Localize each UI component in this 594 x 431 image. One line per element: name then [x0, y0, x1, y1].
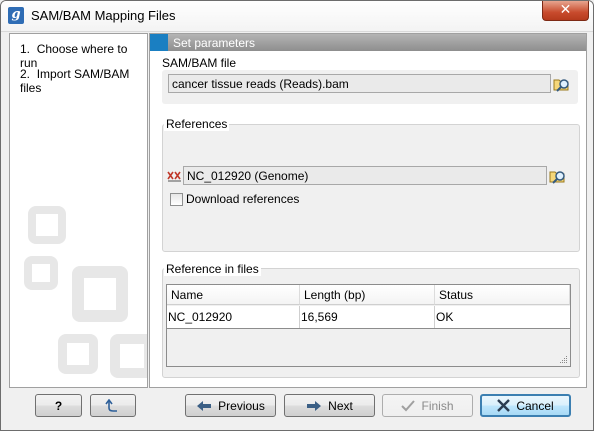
folder-search-icon[interactable] — [553, 75, 571, 93]
cancel-button[interactable]: Cancel — [480, 394, 571, 417]
app-icon: g — [8, 7, 24, 24]
header-accent — [150, 34, 168, 51]
checkmark-icon — [401, 399, 416, 411]
cell-name: NC_012920 — [167, 306, 300, 328]
cell-status: OK — [436, 310, 454, 324]
column-header-length[interactable]: Length (bp) — [300, 285, 435, 305]
panel-header: Set parameters — [150, 34, 586, 51]
next-button-label: Next — [328, 398, 353, 413]
steps-panel: 1. Choose where to run 2. Import SAM/BAM… — [9, 33, 148, 388]
table-row[interactable]: NC_012920 16,569 OK — [167, 306, 570, 329]
window-title: SAM/BAM Mapping Files — [31, 8, 176, 23]
parameters-panel: Set parameters SAM/BAM file cancer tissu… — [149, 33, 587, 388]
decorative-square — [24, 256, 58, 290]
cancel-button-label: Cancel — [516, 398, 554, 413]
decorative-square — [110, 334, 147, 378]
finish-button[interactable]: Finish — [382, 394, 473, 417]
sambam-group: cancer tissue reads (Reads).bam — [162, 70, 578, 104]
dialog-window: g SAM/BAM Mapping Files ✕ 1. Choose wher… — [0, 0, 594, 431]
folder-search-icon[interactable] — [549, 167, 567, 185]
sambam-group-label: SAM/BAM file — [162, 56, 237, 70]
decorative-square — [72, 266, 128, 322]
cell-length: 16,569 — [300, 306, 435, 328]
column-header-status[interactable]: Status — [435, 285, 570, 305]
previous-button[interactable]: Previous — [185, 394, 276, 417]
references-group-label: References — [164, 117, 230, 131]
step-label: Choose where to run — [20, 42, 128, 70]
step-number: 1. — [20, 42, 31, 56]
download-references-label: Download references — [186, 192, 300, 206]
reset-button[interactable] — [90, 394, 136, 417]
close-x-icon — [497, 399, 511, 412]
previous-button-label: Previous — [218, 398, 265, 413]
step-label: Import SAM/BAM files — [20, 67, 130, 95]
help-button[interactable]: ? — [35, 394, 82, 417]
sambam-file-field[interactable]: cancer tissue reads (Reads).bam — [168, 74, 551, 93]
resize-grip-icon[interactable] — [560, 356, 568, 364]
reference-files-table: Name Length (bp) Status NC_012920 16,569… — [166, 284, 571, 367]
finish-button-label: Finish — [421, 398, 454, 413]
decorative-square — [58, 334, 98, 374]
download-references-checkbox[interactable] — [170, 193, 183, 206]
arrow-left-icon — [197, 400, 212, 411]
reference-genome-field[interactable]: NC_012920 (Genome) — [183, 166, 547, 185]
title-divider — [1, 31, 593, 32]
title-bar[interactable]: g SAM/BAM Mapping Files ✕ — [1, 1, 593, 31]
reference-files-group-label: Reference in files — [164, 262, 261, 276]
reset-arrow-icon — [105, 398, 117, 412]
next-button[interactable]: Next — [284, 394, 375, 417]
step-choose-where-to-run[interactable]: 1. Choose where to run — [20, 42, 147, 70]
panel-title: Set parameters — [173, 36, 256, 50]
column-header-name[interactable]: Name — [167, 285, 300, 305]
arrow-right-icon — [307, 400, 322, 411]
step-import-files[interactable]: 2. Import SAM/BAM files — [20, 67, 147, 95]
decorative-square — [28, 206, 66, 244]
close-button[interactable]: ✕ — [542, 1, 589, 21]
genome-sequence-icon — [167, 171, 181, 182]
step-number: 2. — [20, 67, 31, 81]
references-group — [162, 124, 580, 252]
